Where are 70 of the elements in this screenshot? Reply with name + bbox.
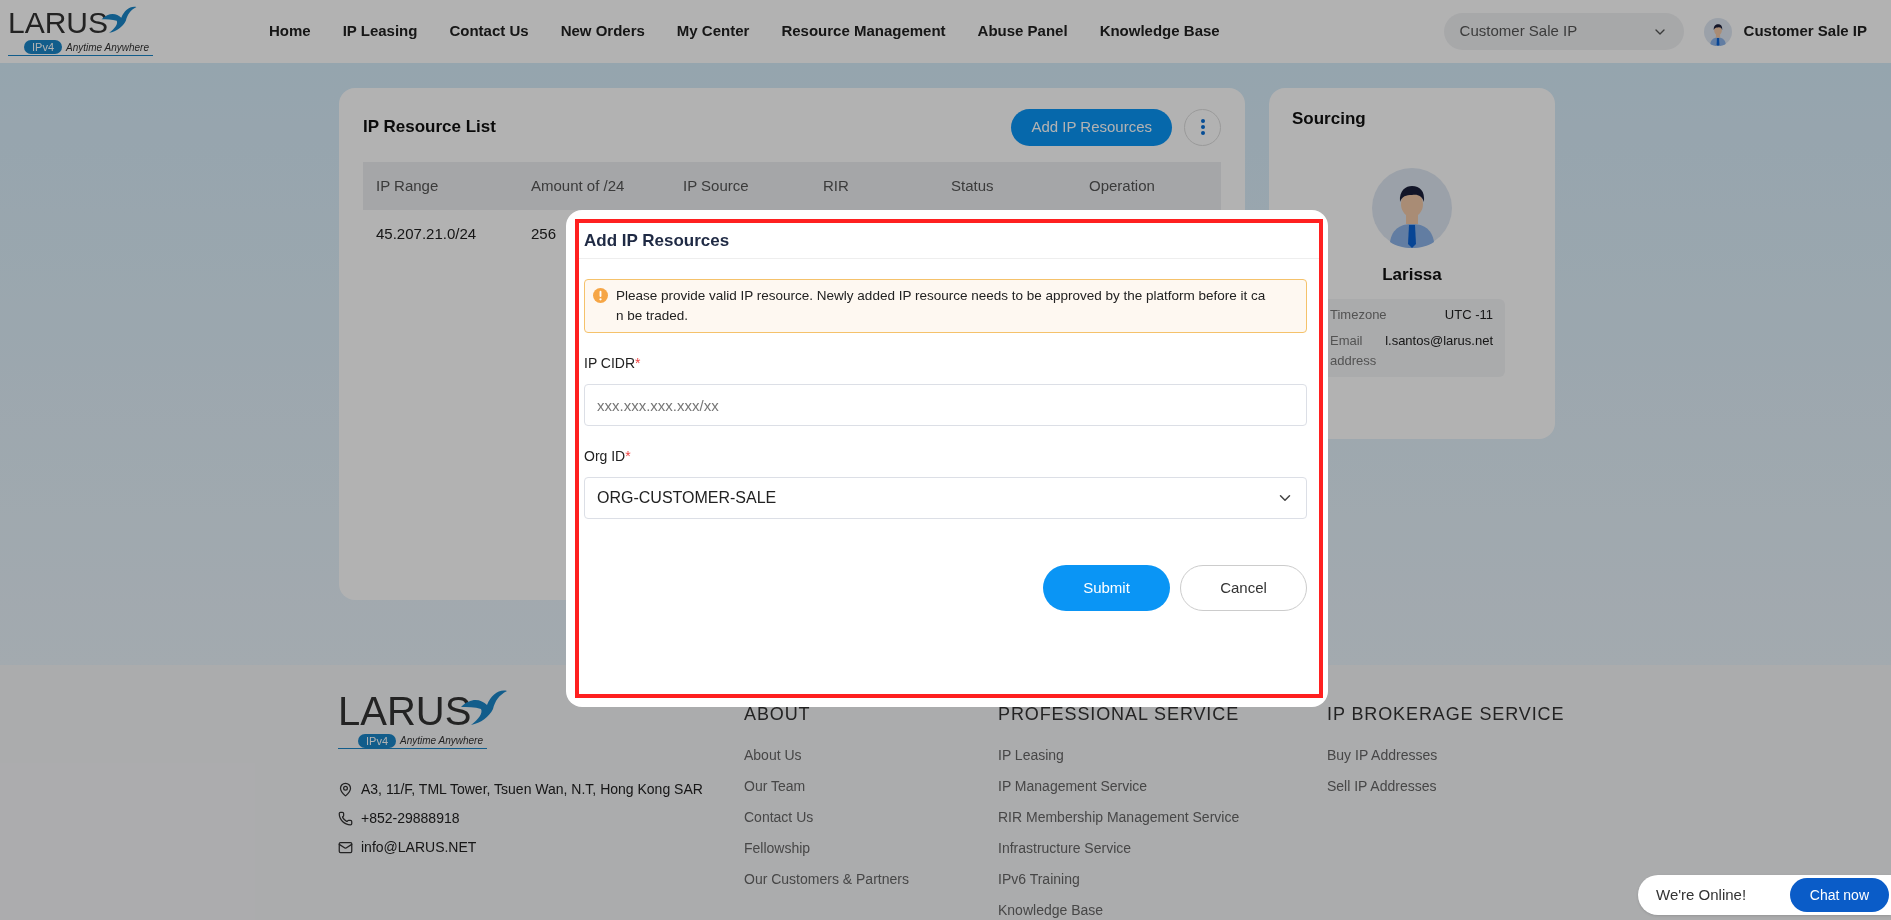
logo-badge: IPv4 [358,733,396,748]
avatar-icon [1372,167,1452,248]
logo-wordmark: LARUS [8,7,109,38]
info-value: UTC -11 [1444,306,1493,324]
alert-message: Please provide valid IP resource. Newly added IP resource needs to be approved by the platform before it ca n be traded. [616,287,1266,325]
footer-link[interactable]: About Us [744,746,998,764]
field-label: IP CIDR [584,354,636,373]
nav-link[interactable]: My Center [676,20,750,43]
contact-text: info@LARUS.NET [361,838,477,857]
footer-link[interactable]: Fellowship [744,839,998,857]
logo-tagline: Anytime Anywhere [64,40,150,55]
avatar-icon [1703,17,1732,46]
dialog-title: Add IP Resources [584,229,730,252]
column-header: Status [951,175,995,196]
required-mark: * [635,354,641,373]
more-vertical-icon [1200,119,1205,135]
table-cell: 256 [531,225,557,242]
cancel-button[interactable]: Cancel [1180,565,1307,611]
logo-tagline: Anytime Anywhere [398,734,484,748]
contact-name: Larissa [1381,263,1443,286]
contact-text: A3, 11/F, TML Tower, Tsuen Wan, N.T, Hong Kong SAR [361,780,703,799]
column-header: IP Source [683,175,750,196]
nav-link[interactable]: Contact Us [449,20,529,43]
mail-icon [338,840,353,855]
table-cell: 45.207.21.0/24 [376,225,477,242]
chat-status: We're Online! [1656,884,1747,905]
nav-link[interactable]: Home [269,20,311,43]
info-label: Timezone [1330,306,1388,324]
footer-heading: IP BROKERAGE SERVICE [1327,703,1566,726]
location-pin-icon [338,782,353,797]
org-id-select[interactable]: ORG-CUSTOMER-SALE [584,477,1307,519]
logo-badge: IPv4 [24,40,62,54]
footer-heading: PROFESSIONAL SERVICE [998,703,1241,726]
user-name: Customer Sale IP [1743,21,1867,42]
account-select[interactable]: Customer Sale IP [1443,13,1684,50]
footer-link[interactable]: Knowledge Base [998,901,1327,919]
add-resources-button[interactable]: Add IP Resources [1011,108,1172,146]
column-header: IP Range [376,175,440,196]
column-header: RIR [823,175,850,196]
warning-icon [593,288,608,303]
footer-link[interactable]: Contact Us [744,808,998,826]
nav-link[interactable]: Abuse Panel [977,20,1068,43]
info-label: Email address [1330,332,1378,370]
footer-link[interactable]: IP Management Service [998,777,1327,795]
footer-link[interactable]: Sell IP Addresses [1327,777,1587,795]
footer-link[interactable]: Buy IP Addresses [1327,746,1587,764]
nav-link[interactable]: Resource Management [781,20,946,43]
contact-text: +852-29888918 [361,809,460,828]
ip-cidr-field[interactable]: xxx.xxx.xxx.xxx/xx [584,384,1307,426]
card-title: Sourcing [1291,108,1367,130]
card-title: IP Resource List [363,116,496,139]
footer-heading: ABOUT [744,703,812,726]
footer-link[interactable]: Our Team [744,777,998,795]
nav-link[interactable]: Knowledge Base [1099,20,1220,43]
phone-icon [338,811,353,826]
footer-link[interactable]: IPv6 Training [998,870,1327,888]
info-value: l.santos@larus.net [1385,332,1493,350]
logo-wordmark: LARUS [338,691,472,731]
footer-link[interactable]: RIR Membership Management Service [998,808,1327,826]
nav-link[interactable]: New Orders [560,20,645,43]
footer-link[interactable]: IP Leasing [998,746,1327,764]
column-header: Amount of /24 [531,175,626,196]
footer-link[interactable]: Infrastructure Service [998,839,1327,857]
column-header: Operation [1089,175,1156,196]
submit-button[interactable]: Submit [1043,565,1170,611]
footer-link[interactable]: Our Customers & Partners [744,870,998,888]
nav-link[interactable]: IP Leasing [342,20,418,43]
field-label: Org ID [584,447,626,466]
chat-now-button[interactable]: Chat now [1789,878,1889,912]
required-mark: * [625,447,631,466]
